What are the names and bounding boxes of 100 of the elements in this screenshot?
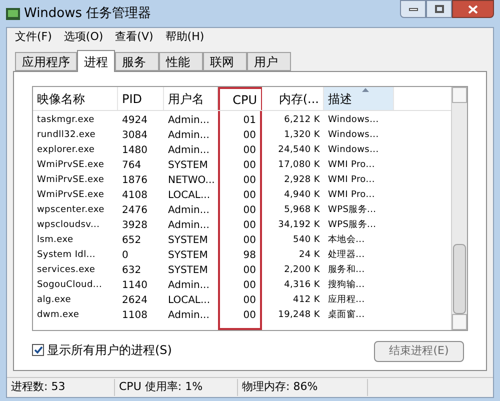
menu-item[interactable]: 查看(V) [115, 29, 154, 46]
column-header[interactable]: 用户名 [164, 87, 218, 110]
table-cell-text: 24,540 K [278, 144, 320, 157]
table-cell-text: 00 [243, 174, 256, 188]
checkbox[interactable] [32, 344, 44, 356]
table-cell-text: 632 [122, 264, 142, 278]
table-cell-text: 412 K [293, 294, 320, 307]
table-cell-text: 4,316 K [284, 278, 320, 292]
app-icon [6, 8, 20, 20]
table-cell-text: 34,192 K [278, 218, 320, 232]
status-text: 进程数: 53 [7, 379, 115, 396]
sort-arrow-icon [362, 88, 369, 92]
table-cell-text: 1876 [122, 174, 148, 188]
close-button[interactable] [452, 0, 494, 18]
table-cell-text: Admin... [168, 219, 210, 233]
table-cell-text: 服务和... [328, 264, 365, 277]
table-cell-text: LOCAL... [168, 189, 210, 203]
table-cell-text: SYSTEM [168, 159, 208, 173]
tab[interactable]: 性能 [159, 52, 203, 71]
table-cell-text: 处理器... [328, 248, 365, 262]
table-cell-text: SogouCloud... [37, 278, 102, 292]
table-cell-text: 桌面窗... [328, 308, 365, 322]
table-cell-text: 4,940 K [284, 188, 320, 202]
maximize-button[interactable] [426, 0, 452, 18]
table-cell-text: 00 [243, 264, 256, 278]
minimize-button[interactable] [400, 0, 426, 18]
table-cell-text: 17,080 K [278, 158, 320, 172]
menu-item[interactable]: 文件(F) [15, 29, 52, 46]
tab[interactable]: 服务 [115, 52, 159, 71]
table-cell-text: 0 [122, 249, 128, 263]
table-cell-text: 4924 [122, 114, 148, 128]
table-cell-text: 00 [243, 189, 256, 203]
table-cell-text: Admin... [168, 129, 210, 143]
table-cell-text: alg.exe [37, 294, 71, 307]
table-cell-text: Admin... [168, 144, 210, 158]
table-cell-text: 00 [243, 159, 256, 173]
table-cell-text: Admin... [168, 204, 210, 218]
table-cell-text: 540 K [293, 234, 320, 247]
status-text: 物理内存: 86% [238, 379, 368, 396]
column-header[interactable]: CPU [218, 87, 262, 110]
table-cell-text: WPS服务... [328, 204, 376, 217]
tab[interactable]: 用户 [247, 52, 291, 71]
table-cell-text: System Idl... [37, 248, 96, 262]
table-cell-text: Windows... [328, 128, 379, 142]
table-cell-text: wpscloudsv... [37, 218, 100, 232]
tab[interactable]: 联网 [203, 52, 247, 71]
check-icon [34, 346, 42, 354]
table-cell-text: 00 [243, 279, 256, 293]
table-cell-text: 4108 [122, 189, 148, 203]
column-header[interactable]: 映像名称 [33, 87, 118, 110]
table-cell-text: 1,320 K [284, 128, 320, 142]
table-cell-text: 搜狗输... [328, 278, 365, 292]
table-cell-text: Admin... [168, 279, 210, 293]
table-cell-text: 3084 [122, 129, 148, 143]
table-cell-text: 24 K [298, 248, 320, 262]
table-cell-text: taskmgr.exe [37, 114, 94, 127]
table-cell-text: 2476 [122, 204, 148, 218]
table-cell-text: 00 [243, 309, 256, 323]
table-cell-text: 00 [243, 129, 256, 143]
window-title: Windows 任务管理器 [24, 4, 152, 23]
table-cell-text: 00 [243, 144, 256, 158]
table-cell-text: 2624 [122, 294, 148, 308]
table-cell-text: 01 [243, 114, 256, 128]
table-cell-text: 00 [243, 204, 256, 218]
table-cell-text: Windows... [328, 144, 379, 157]
table-cell-text: 00 [243, 294, 256, 308]
table-cell-text: 6,212 K [284, 114, 320, 127]
table-cell-text: SYSTEM [168, 249, 208, 263]
table-cell-text: 本地会... [328, 234, 365, 247]
table-cell-text: WmiPrvSE.exe [37, 188, 104, 202]
table-cell-text: rundll32.exe [37, 128, 96, 142]
table-cell-text: WMI Pro... [328, 188, 375, 202]
table-cell-text: 3928 [122, 219, 148, 233]
tab[interactable]: 应用程序 [15, 52, 77, 71]
table-cell-text: Admin... [168, 309, 210, 323]
menu-item[interactable]: 帮助(H) [165, 29, 204, 46]
end-process-button[interactable]: 结束进程(E) [374, 341, 464, 362]
table-cell-text: 764 [122, 159, 142, 173]
table-cell-text: NETWO... [168, 174, 215, 188]
table-cell-text: WmiPrvSE.exe [37, 174, 104, 187]
table-cell-text: WMI Pro... [328, 158, 375, 172]
menu-item[interactable]: 选项(O) [64, 29, 104, 46]
table-cell-text: wpscenter.exe [37, 204, 104, 217]
column-header[interactable]: PID [118, 87, 164, 110]
table-cell-text: SYSTEM [168, 234, 208, 248]
status-text: CPU 使用率: 1% [115, 379, 238, 396]
table-cell-text: Windows... [328, 114, 379, 127]
column-header[interactable]: 描述 [324, 87, 394, 110]
table-cell-text: dwm.exe [37, 308, 80, 322]
table-cell-text: 1480 [122, 144, 148, 158]
table-cell-text: explorer.exe [37, 144, 95, 157]
table-cell-text: SYSTEM [168, 264, 208, 278]
close-icon [468, 4, 478, 14]
table-cell-text: 19,248 K [278, 308, 320, 322]
table-cell-text: Admin... [168, 114, 210, 128]
tab[interactable]: 进程 [77, 50, 115, 72]
table-cell-text: WPS服务... [328, 218, 376, 232]
table-cell-text: 00 [243, 234, 256, 248]
table-cell-text: services.exe [37, 264, 96, 277]
scrollbar[interactable] [451, 87, 467, 330]
